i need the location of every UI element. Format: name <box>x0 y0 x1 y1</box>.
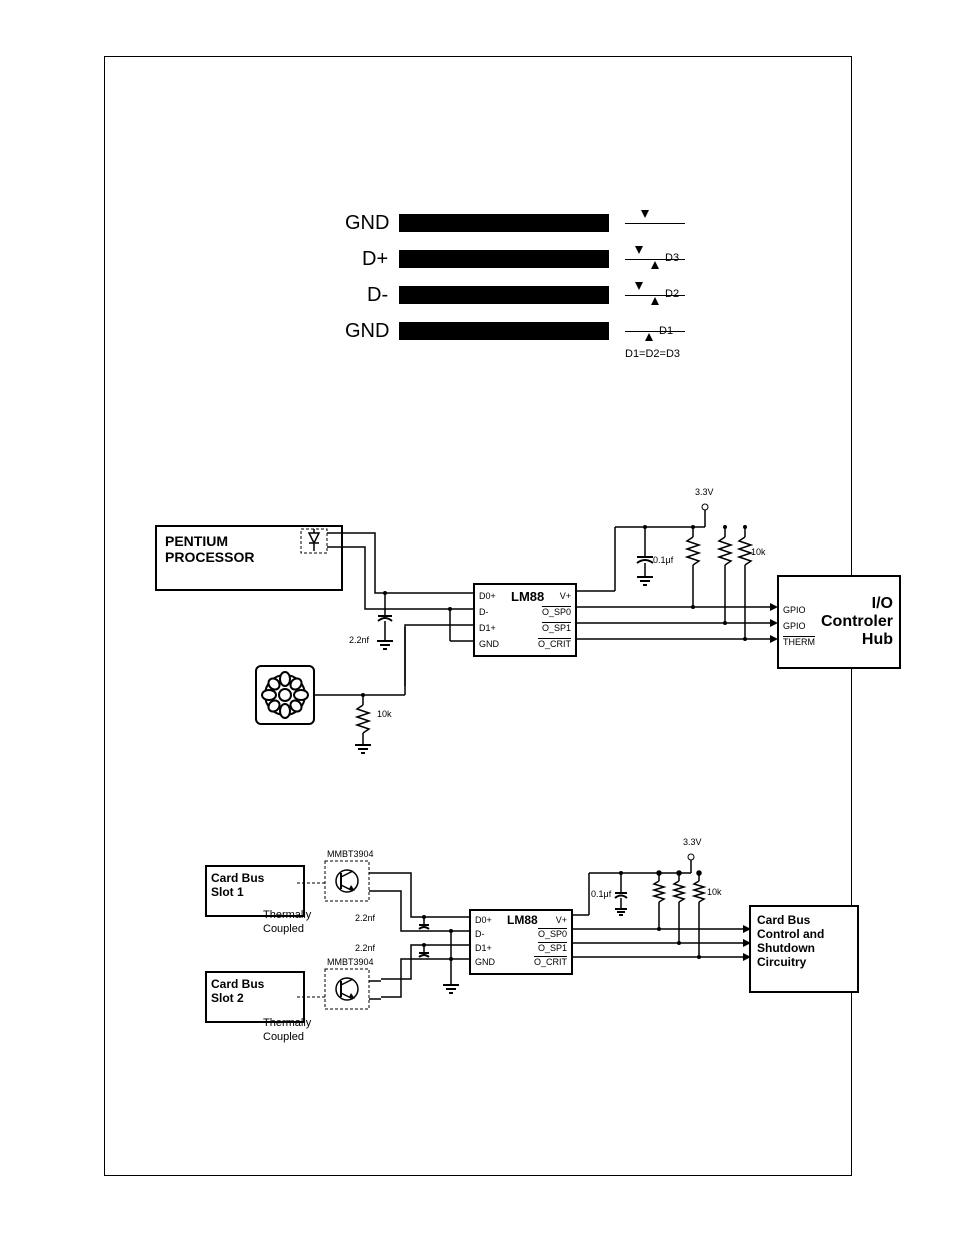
pin-osp1: O_SP1 <box>542 623 571 633</box>
cpu-wires <box>335 531 485 691</box>
cap-label: 0.1μf <box>653 555 673 565</box>
out-l4: Circuitry <box>757 955 851 969</box>
bot-right-net <box>571 843 771 1003</box>
slot1-l2: Slot 1 <box>211 885 299 899</box>
transistor2-icon <box>325 969 385 1019</box>
d3-label: D3 <box>665 252 679 264</box>
b-pin-dm: D- <box>475 929 485 939</box>
lm88-label: LM88 <box>511 589 544 604</box>
pin-ocrit: O_CRIT <box>538 639 571 649</box>
vcc-label: 3.3V <box>695 487 714 497</box>
hub-gpio2: GPIO <box>783 621 806 631</box>
leader-lines <box>297 871 327 1031</box>
out-l2: Control and <box>757 927 851 941</box>
d1-label: D1 <box>659 325 673 337</box>
mmbt-1: MMBT3904 <box>327 849 374 859</box>
r10k-label: 10k <box>751 547 766 557</box>
row-label-gnd1: GND <box>345 212 389 235</box>
b-pin-osp1: O_SP1 <box>538 943 567 953</box>
pin-dm: D- <box>479 607 489 617</box>
pin-gnd: GND <box>479 639 499 649</box>
slot2-box: Card Bus Slot 2 <box>205 971 305 1023</box>
arrow-down-icon <box>635 282 643 290</box>
b-pin-d1p: D1+ <box>475 943 492 953</box>
bottom-circuit: Card Bus Slot 1 Card Bus Slot 2 <box>205 853 845 1083</box>
row-label-dminus: D- <box>367 284 388 307</box>
d2-label: D2 <box>665 288 679 300</box>
cap-2.2nf-1: 2.2nf <box>355 913 375 923</box>
arrow-down-icon <box>641 210 649 218</box>
out-l1: Card Bus <box>757 913 851 927</box>
trace-bar-3 <box>399 286 609 304</box>
hub-title2: Controler <box>821 613 893 631</box>
io-hub-box: GPIO GPIO THERM I/O Controler Hub <box>777 575 901 669</box>
pin-vp: V+ <box>560 591 571 601</box>
arrow-up-icon <box>651 261 659 269</box>
trace-bar-2 <box>399 250 609 268</box>
cap-2.2nf: 2.2nf <box>349 635 369 645</box>
lm88-label2: LM88 <box>507 913 538 927</box>
pin-osp0: O_SP0 <box>542 607 571 617</box>
mmbt-2: MMBT3904 <box>327 957 374 967</box>
shutdown-box: Card Bus Control and Shutdown Circuitry <box>749 905 859 993</box>
mid-right-net <box>575 487 805 687</box>
cpu-diode-icon <box>301 529 335 559</box>
hub-title1: I/O <box>872 595 893 613</box>
equality-note: D1=D2=D3 <box>625 348 680 360</box>
r10k-fan: 10k <box>377 709 392 719</box>
cap-2.2nf-2: 2.2nf <box>355 943 375 953</box>
pin-d1p: D1+ <box>479 623 496 633</box>
pin-d0p: D0+ <box>479 591 496 601</box>
trace-bar-4 <box>399 322 609 340</box>
hub-title3: Hub <box>862 631 893 649</box>
page-frame: GND D+ D- GND D3 D2 D1 <box>104 56 852 1176</box>
b-pin-vp: V+ <box>556 915 567 925</box>
trace-bar-1 <box>399 214 609 232</box>
b-pin-ocrit: O_CRIT <box>534 957 567 967</box>
bottom-wires <box>381 867 481 1017</box>
b-r10k: 10k <box>707 887 722 897</box>
slot2-l1: Card Bus <box>211 977 299 991</box>
b-pin-osp0: O_SP0 <box>538 929 567 939</box>
fan-icon <box>255 665 315 725</box>
out-l3: Shutdown <box>757 941 851 955</box>
slot2-l2: Slot 2 <box>211 991 299 1005</box>
fan-net <box>313 687 433 787</box>
row-label-gnd2: GND <box>345 320 389 343</box>
b-pin-d0p: D0+ <box>475 915 492 925</box>
arrow-up-icon <box>651 297 659 305</box>
hub-gpio1: GPIO <box>783 605 806 615</box>
arrow-up-icon <box>645 333 653 341</box>
therm2b: Coupled <box>263 1031 304 1043</box>
lm88-chip: LM88 D0+ D- D1+ GND V+ O_SP0 O_SP1 O_CRI… <box>473 583 577 657</box>
page: GND D+ D- GND D3 D2 D1 <box>0 0 954 1235</box>
row-label-dplus: D+ <box>362 248 388 271</box>
middle-circuit: PENTIUM PROCESSOR <box>155 487 805 767</box>
arrow-down-icon <box>635 246 643 254</box>
lm88-chip-2: LM88 D0+ D- D1+ GND V+ O_SP0 O_SP1 O_CRI… <box>469 909 573 975</box>
b-cap-label: 0.1μf <box>591 889 611 899</box>
b-pin-gnd: GND <box>475 957 495 967</box>
b-vcc-label: 3.3V <box>683 837 702 847</box>
hub-therm: THERM <box>783 637 815 647</box>
slot1-l1: Card Bus <box>211 871 299 885</box>
transistor1-icon <box>325 861 385 911</box>
